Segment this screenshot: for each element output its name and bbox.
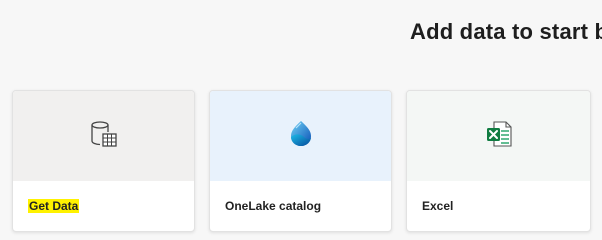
excel-card-top xyxy=(407,91,590,181)
page-headline: Add data to start b xyxy=(410,19,602,44)
excel-card-footer: Excel xyxy=(407,181,590,231)
onelake-catalog-card-top xyxy=(210,91,391,181)
get-data-card[interactable]: Get Data xyxy=(12,90,195,232)
excel-card[interactable]: Excel xyxy=(406,90,591,232)
onelake-catalog-card-footer: OneLake catalog xyxy=(210,181,391,231)
excel-label: Excel xyxy=(422,199,454,213)
excel-icon xyxy=(484,119,514,154)
onelake-icon xyxy=(285,118,317,155)
get-data-label: Get Data xyxy=(28,199,80,213)
get-data-card-top xyxy=(13,91,194,181)
database-table-icon xyxy=(89,119,119,154)
get-data-card-footer: Get Data xyxy=(13,181,194,231)
onelake-catalog-card[interactable]: OneLake catalog xyxy=(209,90,392,232)
onelake-catalog-label: OneLake catalog xyxy=(225,199,322,213)
